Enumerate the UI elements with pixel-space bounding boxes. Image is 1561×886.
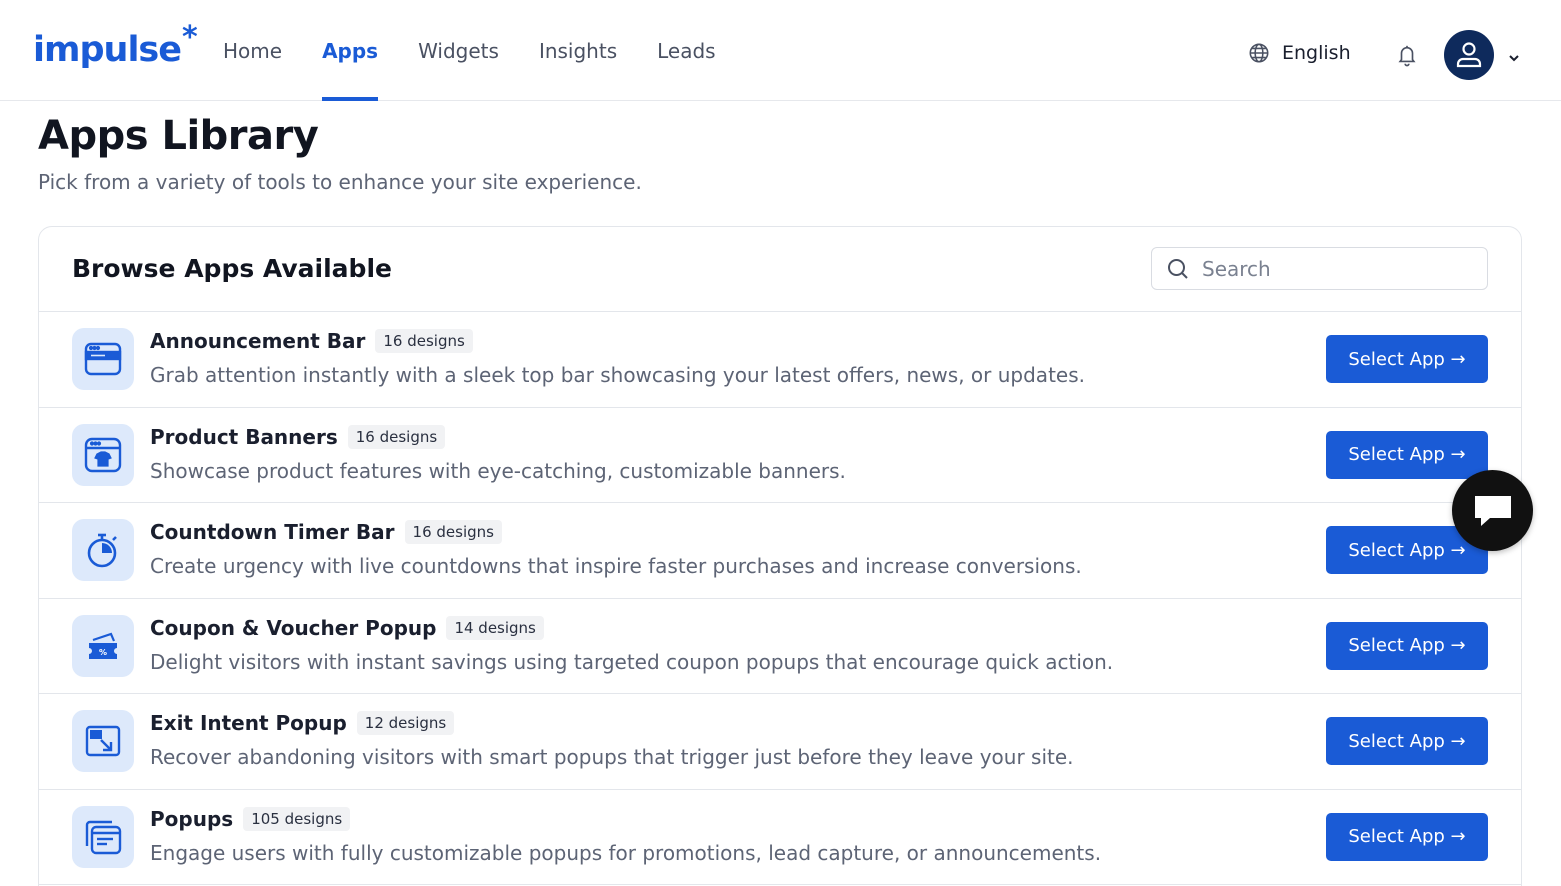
product-banner-icon (84, 437, 122, 472)
svg-text:%: % (99, 648, 107, 657)
app-row-coupon-voucher-popup: % Coupon & Voucher Popup 14 designs Deli… (39, 599, 1521, 694)
language-label: English (1282, 42, 1351, 64)
app-description: Recover abandoning visitors with smart p… (150, 745, 1074, 769)
designs-badge: 16 designs (347, 424, 446, 449)
app-name: Product Banners (150, 424, 338, 449)
account-menu-toggle[interactable] (1507, 48, 1521, 67)
app-name-line: Popups 105 designs (150, 806, 351, 831)
app-icon-tile (72, 519, 134, 581)
page-title: Apps Library (38, 113, 319, 159)
app-name-line: Countdown Timer Bar 16 designs (150, 520, 502, 544)
select-app-button[interactable]: Select App → (1326, 717, 1488, 765)
notifications-button[interactable] (1396, 43, 1418, 71)
logo-mark: * (182, 20, 198, 55)
app-name-line: Announcement Bar 16 designs (150, 329, 473, 353)
app-name: Popups (150, 806, 234, 831)
search-icon (1168, 258, 1188, 279)
exit-popup-icon (85, 725, 121, 757)
nav-leads[interactable]: Leads (657, 0, 715, 101)
app-description: Grab attention instantly with a sleek to… (150, 363, 1085, 387)
app-name-line: Coupon & Voucher Popup 14 designs (150, 615, 544, 640)
stopwatch-icon (87, 533, 117, 568)
main-nav: Home Apps Widgets Insights Leads (223, 0, 756, 101)
app-description: Showcase product features with eye-catch… (150, 458, 846, 483)
designs-badge: 12 designs (356, 711, 455, 735)
app-row-countdown-timer-bar: Countdown Timer Bar 16 designs Create ur… (39, 503, 1521, 599)
chat-bubble-icon (1474, 495, 1511, 526)
designs-badge: 105 designs (243, 806, 351, 831)
popup-window-icon (85, 820, 122, 854)
nav-insights[interactable]: Insights (539, 0, 617, 101)
app-row-exit-intent-popup: Exit Intent Popup 12 designs Recover aba… (39, 694, 1521, 790)
select-app-button[interactable]: Select App → (1326, 621, 1488, 670)
avatar[interactable] (1444, 30, 1494, 80)
app-name-line: Exit Intent Popup 12 designs (150, 711, 455, 735)
app-icon-tile (72, 328, 134, 390)
app-name-line: Product Banners 16 designs (150, 424, 446, 449)
language-selector[interactable]: English (1248, 42, 1351, 64)
chevron-down-icon (1509, 55, 1519, 62)
coupon-icon: % (89, 632, 117, 659)
app-description: Delight visitors with instant savings us… (150, 649, 1114, 674)
page-subtitle: Pick from a variety of tools to enhance … (38, 170, 642, 194)
app-row-popups: Popups 105 designs Engage users with ful… (39, 790, 1521, 885)
select-app-button[interactable]: Select App → (1326, 335, 1488, 383)
logo-text: impulse (33, 30, 182, 70)
app-row-product-banners: Product Banners 16 designs Showcase prod… (39, 408, 1521, 503)
globe-icon (1249, 43, 1269, 63)
app-icon-tile (72, 805, 134, 868)
app-row-announcement-bar: Announcement Bar 16 designs Grab attenti… (39, 312, 1521, 408)
browse-title: Browse Apps Available (72, 254, 392, 283)
app-name: Countdown Timer Bar (150, 520, 395, 544)
top-navigation: impulse* Home Apps Widgets Insights Lead… (0, 0, 1561, 101)
user-icon (1456, 42, 1482, 68)
app-icon-tile (72, 423, 134, 486)
app-name: Exit Intent Popup (150, 711, 347, 735)
nav-apps[interactable]: Apps (322, 0, 379, 101)
apps-card-header: Browse Apps Available (39, 227, 1521, 312)
app-name: Announcement Bar (150, 329, 366, 353)
app-description: Create urgency with live countdowns that… (150, 554, 1082, 578)
nav-home[interactable]: Home (223, 0, 282, 101)
app-icon-tile: % (72, 614, 134, 677)
chat-launcher[interactable] (1452, 470, 1533, 551)
app-name: Coupon & Voucher Popup (150, 615, 437, 640)
announcement-bar-icon (84, 342, 122, 376)
select-app-button[interactable]: Select App → (1326, 812, 1488, 861)
apps-card: Browse Apps Available Announcement Bar 1… (38, 226, 1522, 886)
designs-badge: 16 designs (404, 520, 502, 544)
search-input[interactable] (1202, 256, 1462, 281)
select-app-button[interactable]: Select App → (1326, 430, 1488, 479)
bell-icon (1398, 45, 1416, 67)
designs-badge: 14 designs (446, 615, 544, 640)
search-box[interactable] (1151, 247, 1488, 290)
designs-badge: 16 designs (375, 329, 473, 353)
nav-widgets[interactable]: Widgets (418, 0, 499, 101)
app-description: Engage users with fully customizable pop… (150, 840, 1102, 865)
app-icon-tile (72, 710, 134, 772)
impulse-logo[interactable]: impulse* (33, 20, 198, 70)
